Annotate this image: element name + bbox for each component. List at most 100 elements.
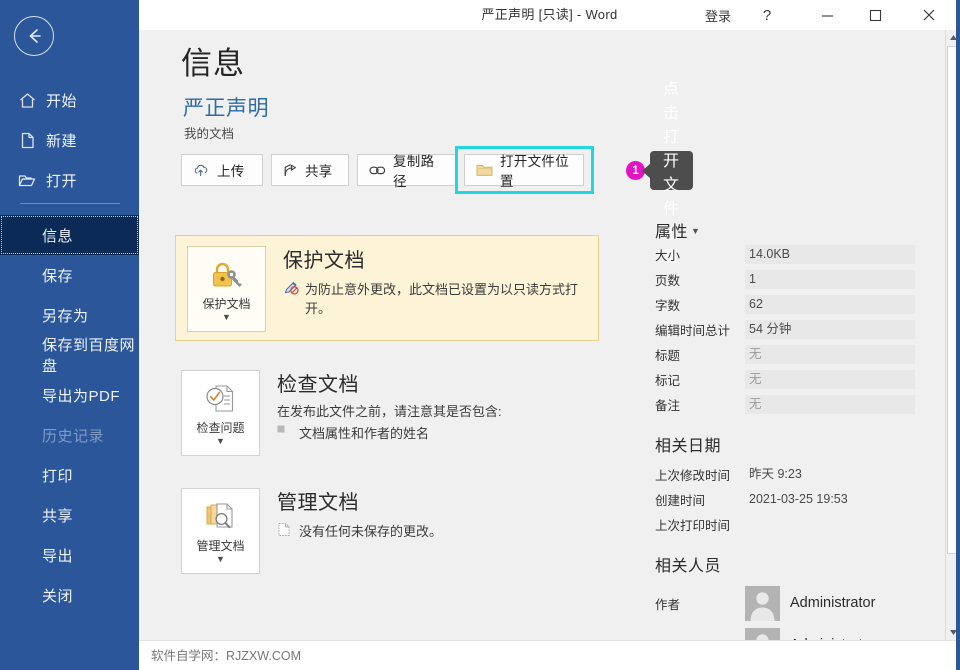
property-value[interactable]: 1 <box>745 270 915 289</box>
copy-path-label: 复制路径 <box>393 150 455 190</box>
inspect-document-card: 检查问题 ▼ 检查文档 在发布此文件之前，请注意其是否包含: 文档属性和作者的姓… <box>181 370 599 470</box>
lock-key-icon <box>209 258 245 292</box>
property-key: 标题 <box>655 345 745 364</box>
watermark-text: 软件自学网：RJZXW.COM <box>151 641 301 670</box>
share-arrow-icon <box>283 163 298 178</box>
sidebar-item-label: 导出为PDF <box>42 385 120 406</box>
date-key: 上次修改时间 <box>655 465 745 484</box>
protect-document-title: 保护文档 <box>283 244 365 273</box>
backstage-sidebar: 开始 新建 打开 信息 保存 <box>0 0 139 670</box>
protect-document-button-label: 保护文档 <box>192 297 262 311</box>
sidebar-item-label: 导出 <box>42 545 73 566</box>
sidebar-item-label: 共享 <box>42 505 73 526</box>
open-file-location-label: 打开文件位置 <box>500 150 583 190</box>
sidebar-item-new[interactable]: 新建 <box>0 120 139 160</box>
property-row-comments: 备注 无 <box>655 392 915 417</box>
new-document-icon <box>8 131 46 150</box>
link-chain-icon <box>369 165 386 176</box>
properties-panel: 属性▼ 大小 14.0KB 页数 1 字数 62 编辑时间总计 54 分钟 标题… <box>655 218 915 640</box>
inspect-document-description: 在发布此文件之前，请注意其是否包含: <box>277 401 502 420</box>
sidebar-item-export[interactable]: 导出 <box>0 535 139 575</box>
manage-document-description: 没有任何未保存的更改。 <box>277 521 442 540</box>
home-icon <box>8 91 46 110</box>
upload-label: 上传 <box>217 160 258 180</box>
sidebar-item-label: 另存为 <box>42 305 89 326</box>
document-name: 严正声明 <box>183 92 269 122</box>
callout-tooltip: 点击打开文件位置 <box>650 151 693 190</box>
person-name: Administrator <box>790 595 875 611</box>
people-heading: 相关人员 <box>655 552 915 576</box>
document-icon <box>277 521 299 537</box>
person-row-last-modified-by: 上次修改者 Administrator <box>655 624 915 640</box>
cloud-upload-icon <box>193 163 210 177</box>
document-path: 我的文档 <box>184 123 234 142</box>
page-title: 信息 <box>181 38 245 83</box>
property-value[interactable]: 14.0KB <box>745 245 915 264</box>
property-value[interactable]: 62 <box>745 295 915 314</box>
sidebar-item-export-pdf[interactable]: 导出为PDF <box>0 375 139 415</box>
sidebar-item-open[interactable]: 打开 <box>0 160 139 200</box>
property-value[interactable]: 54 分钟 <box>745 320 915 339</box>
inspect-document-text: 在发布此文件之前，请注意其是否包含: <box>277 401 502 420</box>
inspect-issues-button-label: 检查问题 <box>186 421 256 435</box>
manage-document-button-label: 管理文档 <box>186 539 256 553</box>
property-key: 字数 <box>655 295 745 314</box>
date-key: 上次打印时间 <box>655 515 745 534</box>
inspect-document-icon <box>204 382 238 416</box>
close-button[interactable] <box>906 0 952 30</box>
upload-button[interactable]: 上传 <box>181 154 263 186</box>
property-row-pages: 页数 1 <box>655 267 915 292</box>
protect-document-button[interactable]: 保护文档 ▼ <box>187 246 266 332</box>
properties-heading[interactable]: 属性▼ <box>655 218 915 242</box>
sidebar-item-home[interactable]: 开始 <box>0 80 139 120</box>
sidebar-item-save-as[interactable]: 另存为 <box>0 295 139 335</box>
property-value[interactable]: 无 <box>745 395 915 414</box>
avatar <box>745 586 780 621</box>
property-key: 标记 <box>655 370 745 389</box>
open-file-location-button[interactable]: 打开文件位置 <box>464 154 584 186</box>
person-row-author: 作者 Administrator <box>655 582 915 624</box>
property-key: 编辑时间总计 <box>655 320 745 339</box>
manage-document-text: 没有任何未保存的更改。 <box>299 521 442 540</box>
inspect-document-bullet: 文档属性和作者的姓名 <box>277 423 429 442</box>
minimize-button[interactable] <box>805 0 850 30</box>
sidebar-item-label: 保存到百度网盘 <box>42 334 139 376</box>
property-row-tags: 标记 无 <box>655 367 915 392</box>
share-label: 共享 <box>305 160 346 180</box>
manage-document-button[interactable]: 管理文档 ▼ <box>181 488 260 574</box>
property-key: 页数 <box>655 270 745 289</box>
back-arrow-icon[interactable] <box>14 16 54 56</box>
sign-in-button[interactable]: 登录 <box>691 0 745 30</box>
date-value <box>745 515 915 534</box>
date-row-created: 创建时间 2021-03-25 19:53 <box>655 487 915 512</box>
date-value: 昨天 9:23 <box>745 465 915 484</box>
protect-document-description: 为防止意外更改，此文档已设置为以只读方式打开。 <box>283 279 598 317</box>
sidebar-divider <box>20 203 120 204</box>
sidebar-item-info[interactable]: 信息 <box>0 215 139 255</box>
person-key: 作者 <box>655 594 745 613</box>
open-folder-icon <box>8 171 46 190</box>
sidebar-item-save[interactable]: 保存 <box>0 255 139 295</box>
share-button[interactable]: 共享 <box>271 154 349 186</box>
sidebar-item-label: 保存 <box>42 265 73 286</box>
inspect-document-bullet-text: 文档属性和作者的姓名 <box>299 423 429 442</box>
sidebar-item-share[interactable]: 共享 <box>0 495 139 535</box>
sidebar-item-label: 开始 <box>46 90 77 111</box>
properties-heading-label: 属性 <box>655 224 688 241</box>
protect-document-text: 为防止意外更改，此文档已设置为以只读方式打开。 <box>305 279 598 317</box>
maximize-button[interactable] <box>853 0 898 30</box>
folder-icon <box>476 163 493 177</box>
window-right-edge <box>956 0 960 670</box>
sidebar-item-save-to-baidu[interactable]: 保存到百度网盘 <box>0 335 139 375</box>
sidebar-item-print[interactable]: 打印 <box>0 455 139 495</box>
manage-document-title: 管理文档 <box>277 486 359 515</box>
inspect-issues-button[interactable]: 检查问题 ▼ <box>181 370 260 456</box>
help-icon[interactable]: ? <box>752 0 782 30</box>
sidebar-item-label: 关闭 <box>42 585 73 606</box>
date-value: 2021-03-25 19:53 <box>745 490 915 509</box>
property-value[interactable]: 无 <box>745 370 915 389</box>
backstage-info-pane: 信息 严正声明 我的文档 上传 <box>139 30 945 640</box>
sidebar-item-close[interactable]: 关闭 <box>0 575 139 615</box>
copy-path-button[interactable]: 复制路径 <box>357 154 456 186</box>
property-value[interactable]: 无 <box>745 345 915 364</box>
